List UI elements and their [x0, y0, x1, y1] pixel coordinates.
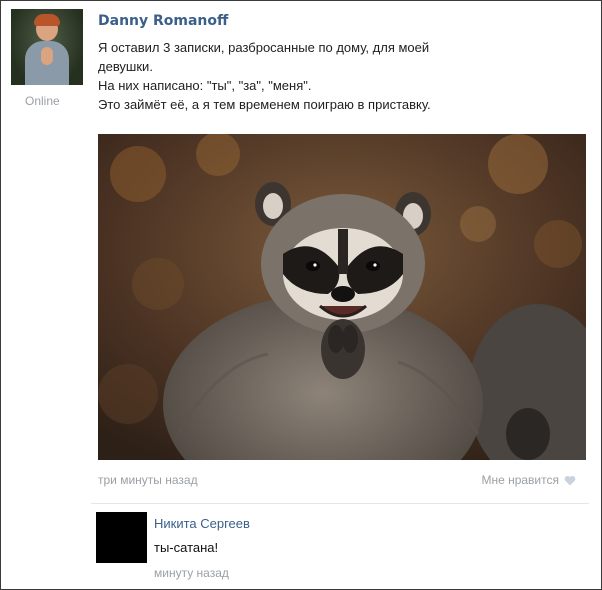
post-card: Online Danny Romanoff Я оставил 3 записк…: [0, 0, 602, 590]
author-avatar[interactable]: [11, 9, 83, 85]
post-text: Я оставил 3 записки, разбросанные по дом…: [98, 38, 568, 114]
post-text-line: На них написано: "ты", "за", "меня".: [98, 78, 312, 93]
post-text-line: девушки.: [98, 59, 153, 74]
comment-time[interactable]: минуту назад: [154, 566, 229, 580]
commenter-name[interactable]: Никита Сергеев: [154, 516, 250, 531]
comment-divider: [91, 503, 589, 504]
post-time[interactable]: три минуты назад: [98, 473, 198, 487]
commenter-avatar[interactable]: [96, 512, 147, 563]
online-status: Online: [25, 94, 60, 108]
post-photo[interactable]: [98, 134, 586, 460]
post-text-line: Я оставил 3 записки, разбросанные по дом…: [98, 40, 430, 55]
like-label: Мне нравится: [481, 473, 559, 487]
post-text-line: Это займёт её, а я тем временем поиграю …: [98, 97, 431, 112]
comment-text: ты-сатана!: [154, 540, 219, 555]
raccoon-image: [98, 134, 586, 460]
heart-icon: [564, 475, 576, 485]
author-name[interactable]: Danny Romanoff: [98, 13, 228, 29]
like-button[interactable]: Мне нравится: [481, 473, 576, 487]
